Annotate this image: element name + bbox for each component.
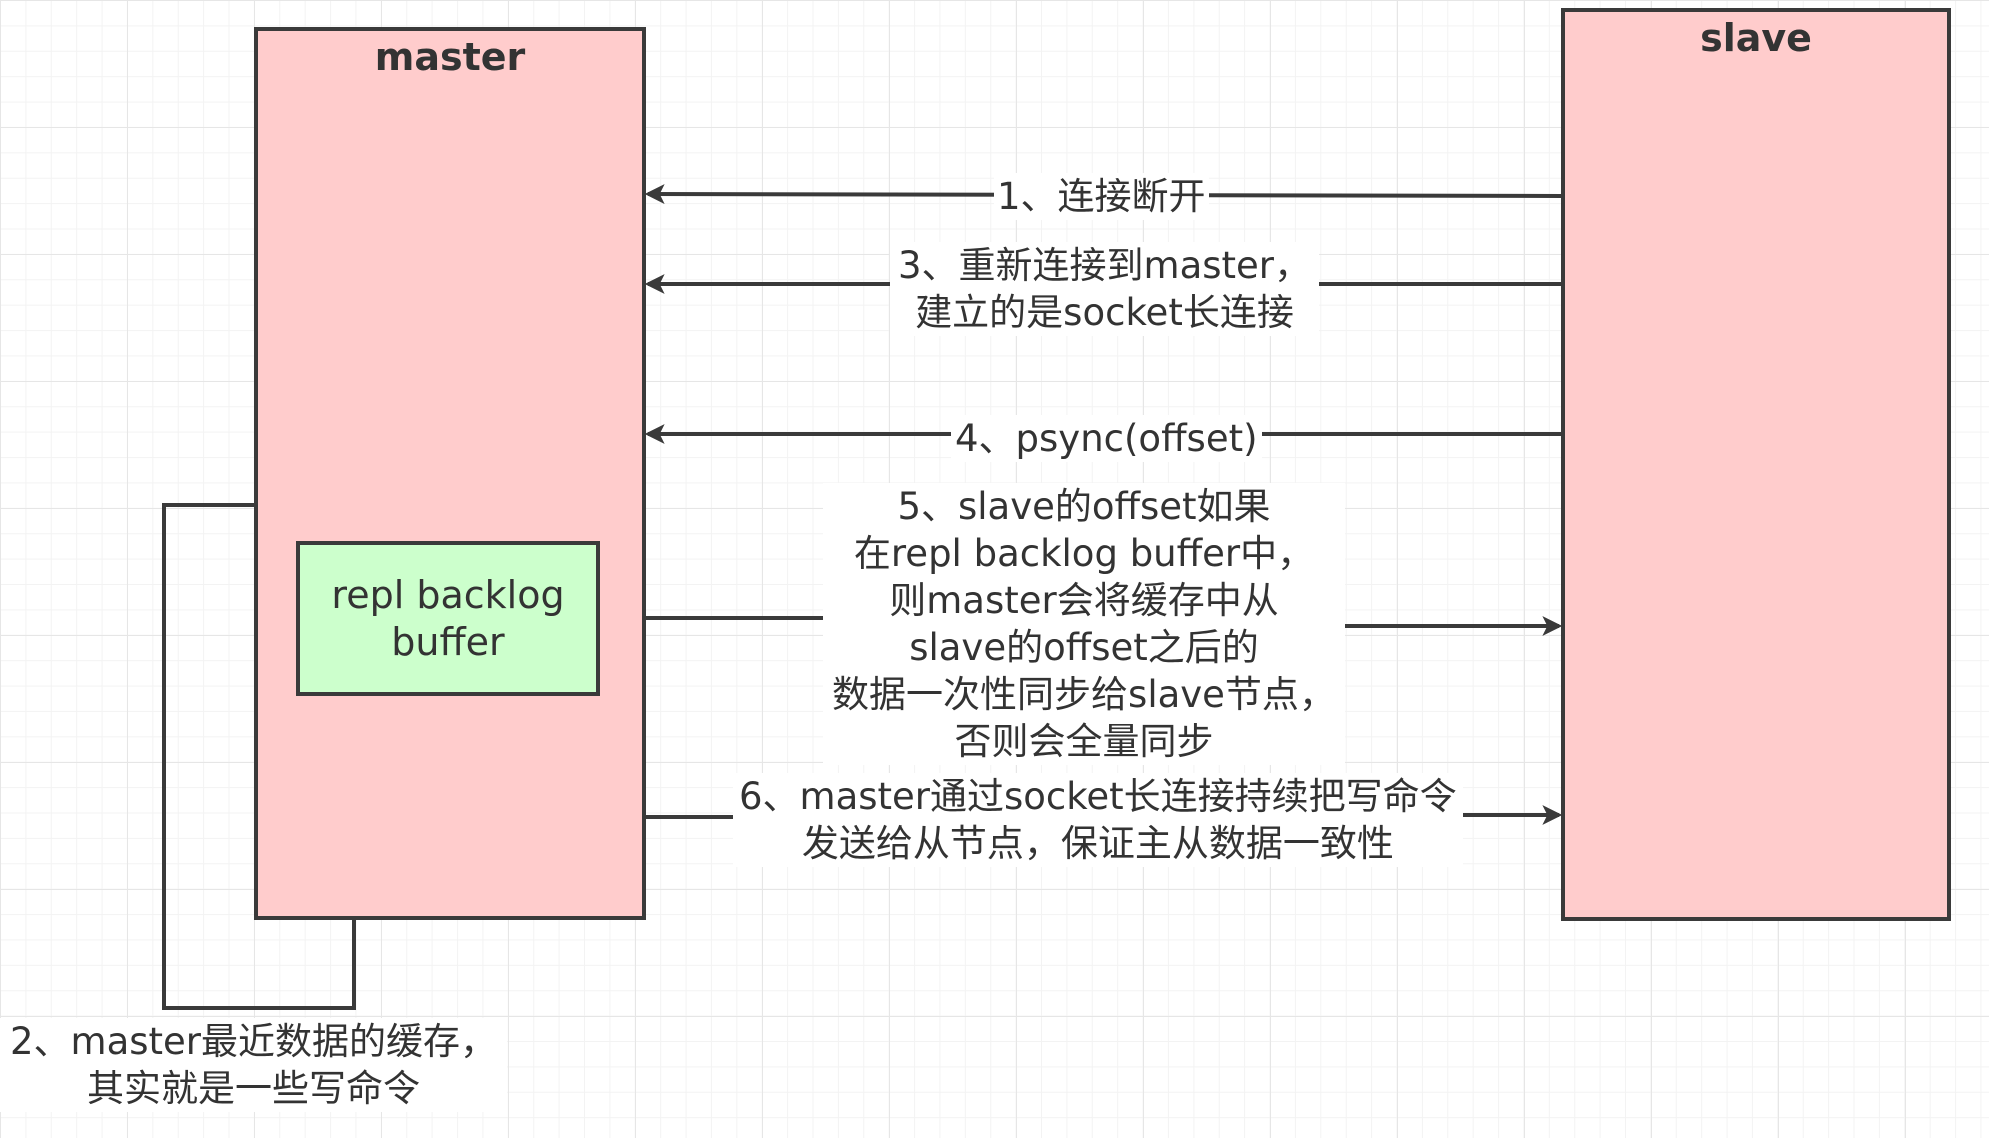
step2-label: 2、master最近数据的缓存， 其实就是一些写命令	[0, 1018, 508, 1112]
buffer-label: repl backlog buffer	[331, 572, 564, 666]
step4-line: 4、psync(offset)	[955, 417, 1258, 460]
step2-line: 2、master最近数据的缓存，	[10, 1020, 498, 1063]
step5-line: slave的offset之后的	[909, 626, 1259, 669]
master-title: master	[374, 35, 526, 79]
buffer-label-line: buffer	[391, 619, 505, 664]
step3-line: 建立的是socket长连接	[915, 291, 1294, 334]
step3-label: 3、重新连接到master， 建立的是socket长连接	[890, 242, 1320, 336]
step5-label: 5、slave的offset如果 在repl backlog buffer中， …	[823, 483, 1345, 765]
master-node: master	[254, 27, 646, 920]
slave-title: slave	[1700, 16, 1812, 60]
step6-label: 6、master通过socket长连接持续把写命令 发送给从节点，保证主从数据一…	[733, 773, 1463, 867]
step1-label: 1、连接断开	[994, 173, 1209, 220]
step5-line: 否则会全量同步	[954, 720, 1214, 763]
step5-line: 在repl backlog buffer中，	[853, 532, 1315, 575]
step6-line: 6、master通过socket长连接持续把写命令	[739, 775, 1457, 818]
step5-line: 则master会将缓存中从	[889, 579, 1279, 622]
step5-line: 5、slave的offset如果	[897, 485, 1271, 528]
step1-line: 1、连接断开	[997, 175, 1206, 218]
step5-line: 数据一次性同步给slave节点，	[832, 673, 1336, 716]
repl-backlog-buffer-node: repl backlog buffer	[296, 541, 600, 696]
buffer-label-line: repl backlog	[331, 572, 565, 617]
step2-line: 其实就是一些写命令	[87, 1067, 420, 1110]
step4-label: 4、psync(offset)	[951, 415, 1262, 462]
slave-node: slave	[1561, 8, 1951, 921]
step3-line: 3、重新连接到master，	[898, 244, 1312, 287]
step6-line: 发送给从节点，保证主从数据一致性	[801, 822, 1394, 865]
